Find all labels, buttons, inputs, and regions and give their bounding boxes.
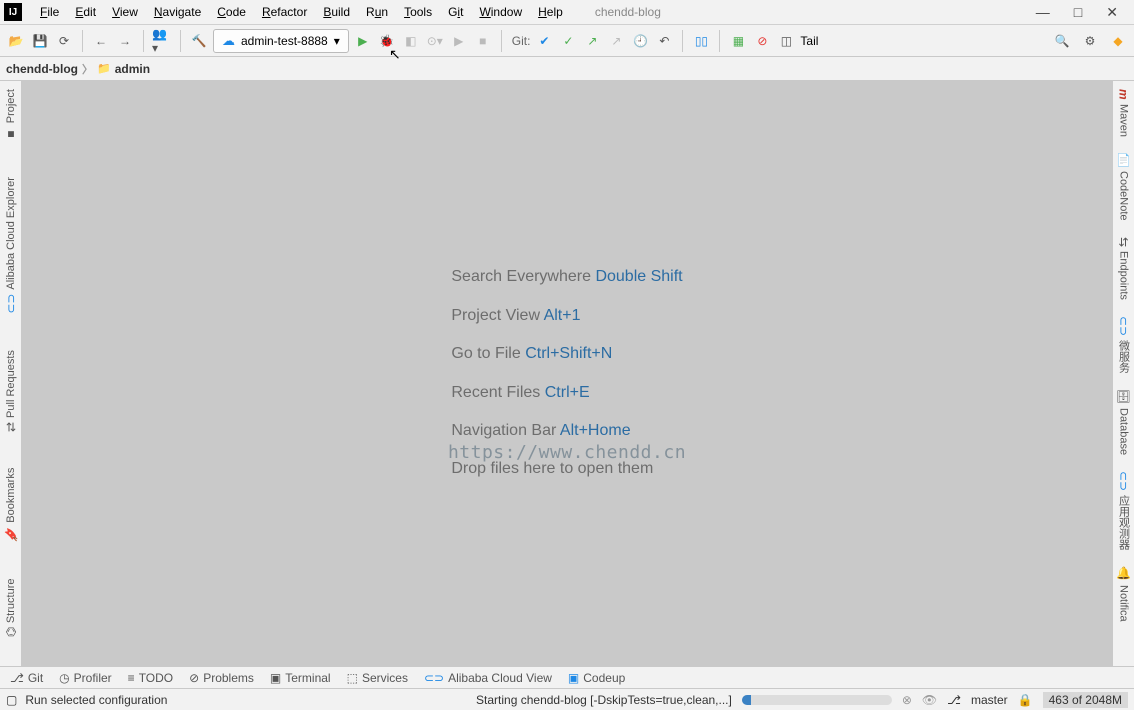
tab-profiler[interactable]: ◷Profiler xyxy=(59,671,112,685)
users-icon[interactable]: 👥▾ xyxy=(152,31,172,51)
editor-empty-area: Search Everywhere Double Shift Project V… xyxy=(22,81,1112,666)
coverage-icon[interactable]: ◧ xyxy=(401,31,421,51)
stop-icon[interactable]: ■ xyxy=(473,31,493,51)
menu-build[interactable]: Build xyxy=(315,3,358,21)
window-minimize[interactable]: — xyxy=(1036,4,1050,21)
tab-alibaba-cloud-explorer[interactable]: ⊂⊃Alibaba Cloud Explorer xyxy=(2,169,20,322)
project-name: chendd-blog xyxy=(595,5,661,19)
cancel-task-icon[interactable]: ⊗ xyxy=(902,693,912,707)
history-icon[interactable]: 🕘 xyxy=(630,31,650,51)
branch-name[interactable]: master xyxy=(971,693,1008,707)
progress-bar[interactable] xyxy=(742,695,892,705)
rollback-icon[interactable]: ↶ xyxy=(654,31,674,51)
menu-window[interactable]: Window xyxy=(471,3,530,21)
profile-icon[interactable]: ⊙▾ xyxy=(425,31,445,51)
menu-git[interactable]: Git xyxy=(440,3,471,21)
tool1-icon[interactable]: ▯▯ xyxy=(691,31,711,51)
memory-indicator[interactable]: 463 of 2048M xyxy=(1043,692,1128,708)
candy-icon[interactable]: ◆ xyxy=(1108,31,1128,51)
branch-icon[interactable]: ⎇ xyxy=(947,693,961,707)
vcs-push-icon[interactable]: ↗ xyxy=(582,31,602,51)
window-close[interactable]: ✕ xyxy=(1106,4,1118,21)
window-maximize[interactable]: □ xyxy=(1074,4,1082,21)
status-task: Starting chendd-blog [-DskipTests=true,c… xyxy=(476,693,732,707)
tail-label[interactable]: Tail xyxy=(800,34,818,48)
run-icon[interactable]: ▶ xyxy=(353,31,373,51)
attach-icon[interactable]: ▶ xyxy=(449,31,469,51)
tab-notifications[interactable]: 🔔Notifica xyxy=(1115,558,1133,629)
tail-icon[interactable]: ◫ xyxy=(776,31,796,51)
settings-icon[interactable]: ⚙ xyxy=(1080,31,1100,51)
tab-database[interactable]: 🗄Database xyxy=(1115,381,1133,463)
breadcrumb-sep: 〉 xyxy=(82,61,93,77)
tab-codeup[interactable]: ▣Codeup xyxy=(568,671,625,685)
tab-observer[interactable]: ⊂⊃应用观测器 xyxy=(1114,463,1134,558)
right-tool-strip: mMaven 📄CodeNote ⇆Endpoints ⊂⊃微服务 🗄Datab… xyxy=(1112,81,1134,666)
save-icon[interactable]: 💾 xyxy=(30,31,50,51)
tab-project[interactable]: ■Project xyxy=(2,81,20,149)
left-tool-strip: ■Project ⊂⊃Alibaba Cloud Explorer ⇄Pull … xyxy=(0,81,22,666)
menu-run[interactable]: Run xyxy=(358,3,396,21)
block-icon[interactable]: ⊘ xyxy=(752,31,772,51)
refresh-icon[interactable]: ⟳ xyxy=(54,31,74,51)
breadcrumb: chendd-blog 〉 📁 admin xyxy=(0,57,1134,81)
menu-navigate[interactable]: Navigate xyxy=(146,3,209,21)
menu-file[interactable]: File xyxy=(32,3,67,21)
vcs-update-icon[interactable]: ✔ xyxy=(534,31,554,51)
breadcrumb-child[interactable]: admin xyxy=(115,62,150,76)
back-icon[interactable]: ← xyxy=(91,31,111,51)
menu-view[interactable]: View xyxy=(104,3,146,21)
status-hint: Run selected configuration xyxy=(25,693,167,707)
menu-edit[interactable]: Edit xyxy=(67,3,104,21)
tab-terminal[interactable]: ▣Terminal xyxy=(270,671,331,685)
tab-alibaba-cloud-view[interactable]: ⊂⊃Alibaba Cloud View xyxy=(424,671,552,685)
folder-icon: 📁 xyxy=(97,62,111,75)
debug-icon[interactable]: 🐞 xyxy=(377,31,397,51)
tab-pull-requests[interactable]: ⇄Pull Requests xyxy=(2,342,20,440)
tab-maven[interactable]: mMaven xyxy=(1115,81,1133,145)
bottom-tool-strip: ⎇Git ◷Profiler ≡TODO ⊘Problems ▣Terminal… xyxy=(0,666,1134,688)
main-toolbar: 📂 💾 ⟳ ← → 👥▾ 🔨 ☁ admin-test-8888 ▾ ▶ 🐞 ◧… xyxy=(0,25,1134,57)
breadcrumb-root[interactable]: chendd-blog xyxy=(6,62,78,76)
menu-code[interactable]: Code xyxy=(209,3,254,21)
tab-codenote[interactable]: 📄CodeNote xyxy=(1115,145,1133,229)
search-icon[interactable]: 🔍 xyxy=(1052,31,1072,51)
chevron-down-icon: ▾ xyxy=(334,34,340,48)
hammer-icon[interactable]: 🔨 xyxy=(189,31,209,51)
tool2-icon[interactable]: ▦ xyxy=(728,31,748,51)
git-label: Git: xyxy=(512,34,531,48)
tab-services[interactable]: ⬚Services xyxy=(347,671,408,685)
tab-todo[interactable]: ≡TODO xyxy=(128,671,173,685)
run-config-dropdown[interactable]: ☁ admin-test-8888 ▾ xyxy=(213,29,349,53)
status-icon[interactable]: ▢ xyxy=(6,693,17,707)
vcs-commit-icon[interactable]: ✓ xyxy=(558,31,578,51)
watermark: https://www.chendd.cn xyxy=(448,442,686,463)
open-icon[interactable]: 📂 xyxy=(6,31,26,51)
tab-bookmarks[interactable]: 🔖Bookmarks xyxy=(2,460,20,550)
vcs-pull-icon[interactable]: ↗ xyxy=(606,31,626,51)
app-icon: IJ xyxy=(4,3,22,21)
menu-bar: IJ File Edit View Navigate Code Refactor… xyxy=(0,0,1134,25)
tab-endpoints[interactable]: ⇆Endpoints xyxy=(1115,229,1133,308)
tab-git[interactable]: ⎇Git xyxy=(10,671,43,685)
tab-problems[interactable]: ⊘Problems xyxy=(189,671,254,685)
forward-icon[interactable]: → xyxy=(115,31,135,51)
menu-tools[interactable]: Tools xyxy=(396,3,440,21)
lock-icon[interactable]: 🔒 xyxy=(1018,693,1033,707)
menu-help[interactable]: Help xyxy=(530,3,571,21)
cloud-icon: ☁ xyxy=(222,33,235,49)
background-task-icon[interactable]: 👁 xyxy=(922,693,937,707)
run-config-label: admin-test-8888 xyxy=(241,34,328,48)
tab-structure[interactable]: ⌬Structure xyxy=(2,570,20,645)
tab-microservice[interactable]: ⊂⊃微服务 xyxy=(1114,308,1134,381)
menu-refactor[interactable]: Refactor xyxy=(254,3,315,21)
status-bar: ▢ Run selected configuration Starting ch… xyxy=(0,688,1134,710)
